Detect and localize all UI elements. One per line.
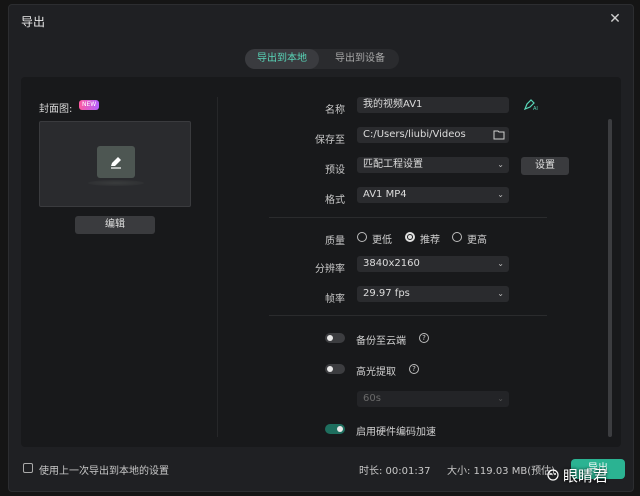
scrollbar[interactable] [608,119,612,437]
tab-export-device[interactable]: 导出到设备 [323,49,397,69]
name-label: 名称 [325,105,345,116]
preset-settings-button[interactable]: 设置 [521,157,569,175]
dialog-title: 导出 [21,15,46,29]
preset-select[interactable]: 匹配工程设置 ⌄ [357,157,509,173]
duration-text: 时长: 00:01:37 [359,466,431,477]
export-dialog: 导出 ✕ 导出到本地 导出到设备 封面图: NEW 编辑 名称 我的视频AV1 … [8,4,634,492]
quality-recommended-label: 推荐 [420,235,440,246]
pencil-icon [97,146,135,178]
fps-select[interactable]: 29.97 fps ⌄ [357,286,509,302]
edit-cover-button[interactable]: 编辑 [75,216,155,234]
help-icon[interactable]: ? [409,364,419,374]
highlight-label: 高光提取 [356,367,396,378]
tab-export-local[interactable]: 导出到本地 [245,49,319,69]
name-input[interactable]: 我的视频AV1 [357,97,509,113]
highlight-toggle[interactable] [325,364,345,374]
highlight-duration-select: 60s ⌄ [357,391,509,407]
ai-rename-icon[interactable]: AI [523,98,539,112]
help-icon[interactable]: ? [419,333,429,343]
preset-label: 预设 [325,165,345,176]
backup-cloud-toggle[interactable] [325,333,345,343]
format-select[interactable]: AV1 MP4 ⌄ [357,187,509,203]
watermark-logo-icon [547,467,559,481]
resolution-select[interactable]: 3840x2160 ⌄ [357,256,509,272]
watermark-text: 眼睛君 [563,467,609,485]
section-divider [269,315,547,316]
use-last-settings-label: 使用上一次导出到本地的设置 [39,466,169,477]
backup-cloud-label: 备份至云端 [356,336,406,347]
cover-shadow [88,180,144,186]
save-path-value: C:/Users/liubi/Videos [363,129,466,140]
quality-label: 质量 [325,236,345,247]
chevron-down-icon: ⌄ [497,259,504,268]
quality-low-radio[interactable] [357,232,367,242]
cover-preview[interactable] [39,121,191,207]
resolution-label: 分辨率 [315,264,345,275]
settings-panel: 封面图: NEW 编辑 名称 我的视频AV1 AI 保存至 C:/Users/l… [21,77,621,447]
format-label: 格式 [325,195,345,206]
chevron-down-icon: ⌄ [497,289,504,298]
save-path-input[interactable]: C:/Users/liubi/Videos [357,127,509,143]
quality-recommended-radio[interactable] [405,232,415,242]
highlight-duration-value: 60s [363,393,381,404]
size-text: 大小: 119.03 MB(预估) [447,466,556,477]
close-icon[interactable]: ✕ [607,11,623,27]
hw-accel-toggle[interactable] [325,424,345,434]
folder-icon[interactable] [493,129,505,146]
fps-label: 帧率 [325,294,345,305]
chevron-down-icon: ⌄ [497,394,504,403]
tab-bar: 导出到本地 导出到设备 [245,49,399,69]
save-label: 保存至 [315,135,345,146]
resolution-value: 3840x2160 [363,258,420,269]
quality-high-radio[interactable] [452,232,462,242]
preset-value: 匹配工程设置 [363,159,423,170]
chevron-down-icon: ⌄ [497,190,504,199]
cover-label: 封面图: [39,104,73,115]
watermark: 眼睛君 [547,465,609,486]
chevron-down-icon: ⌄ [497,160,504,169]
vertical-divider [217,97,218,437]
quality-high-label: 更高 [467,235,487,246]
section-divider [269,217,547,218]
svg-text:AI: AI [533,106,538,112]
new-badge: NEW [79,100,100,110]
fps-value: 29.97 fps [363,288,410,299]
quality-low-label: 更低 [372,235,392,246]
format-value: AV1 MP4 [363,189,407,200]
hw-accel-label: 启用硬件编码加速 [356,427,436,438]
use-last-settings-checkbox[interactable] [23,463,33,473]
